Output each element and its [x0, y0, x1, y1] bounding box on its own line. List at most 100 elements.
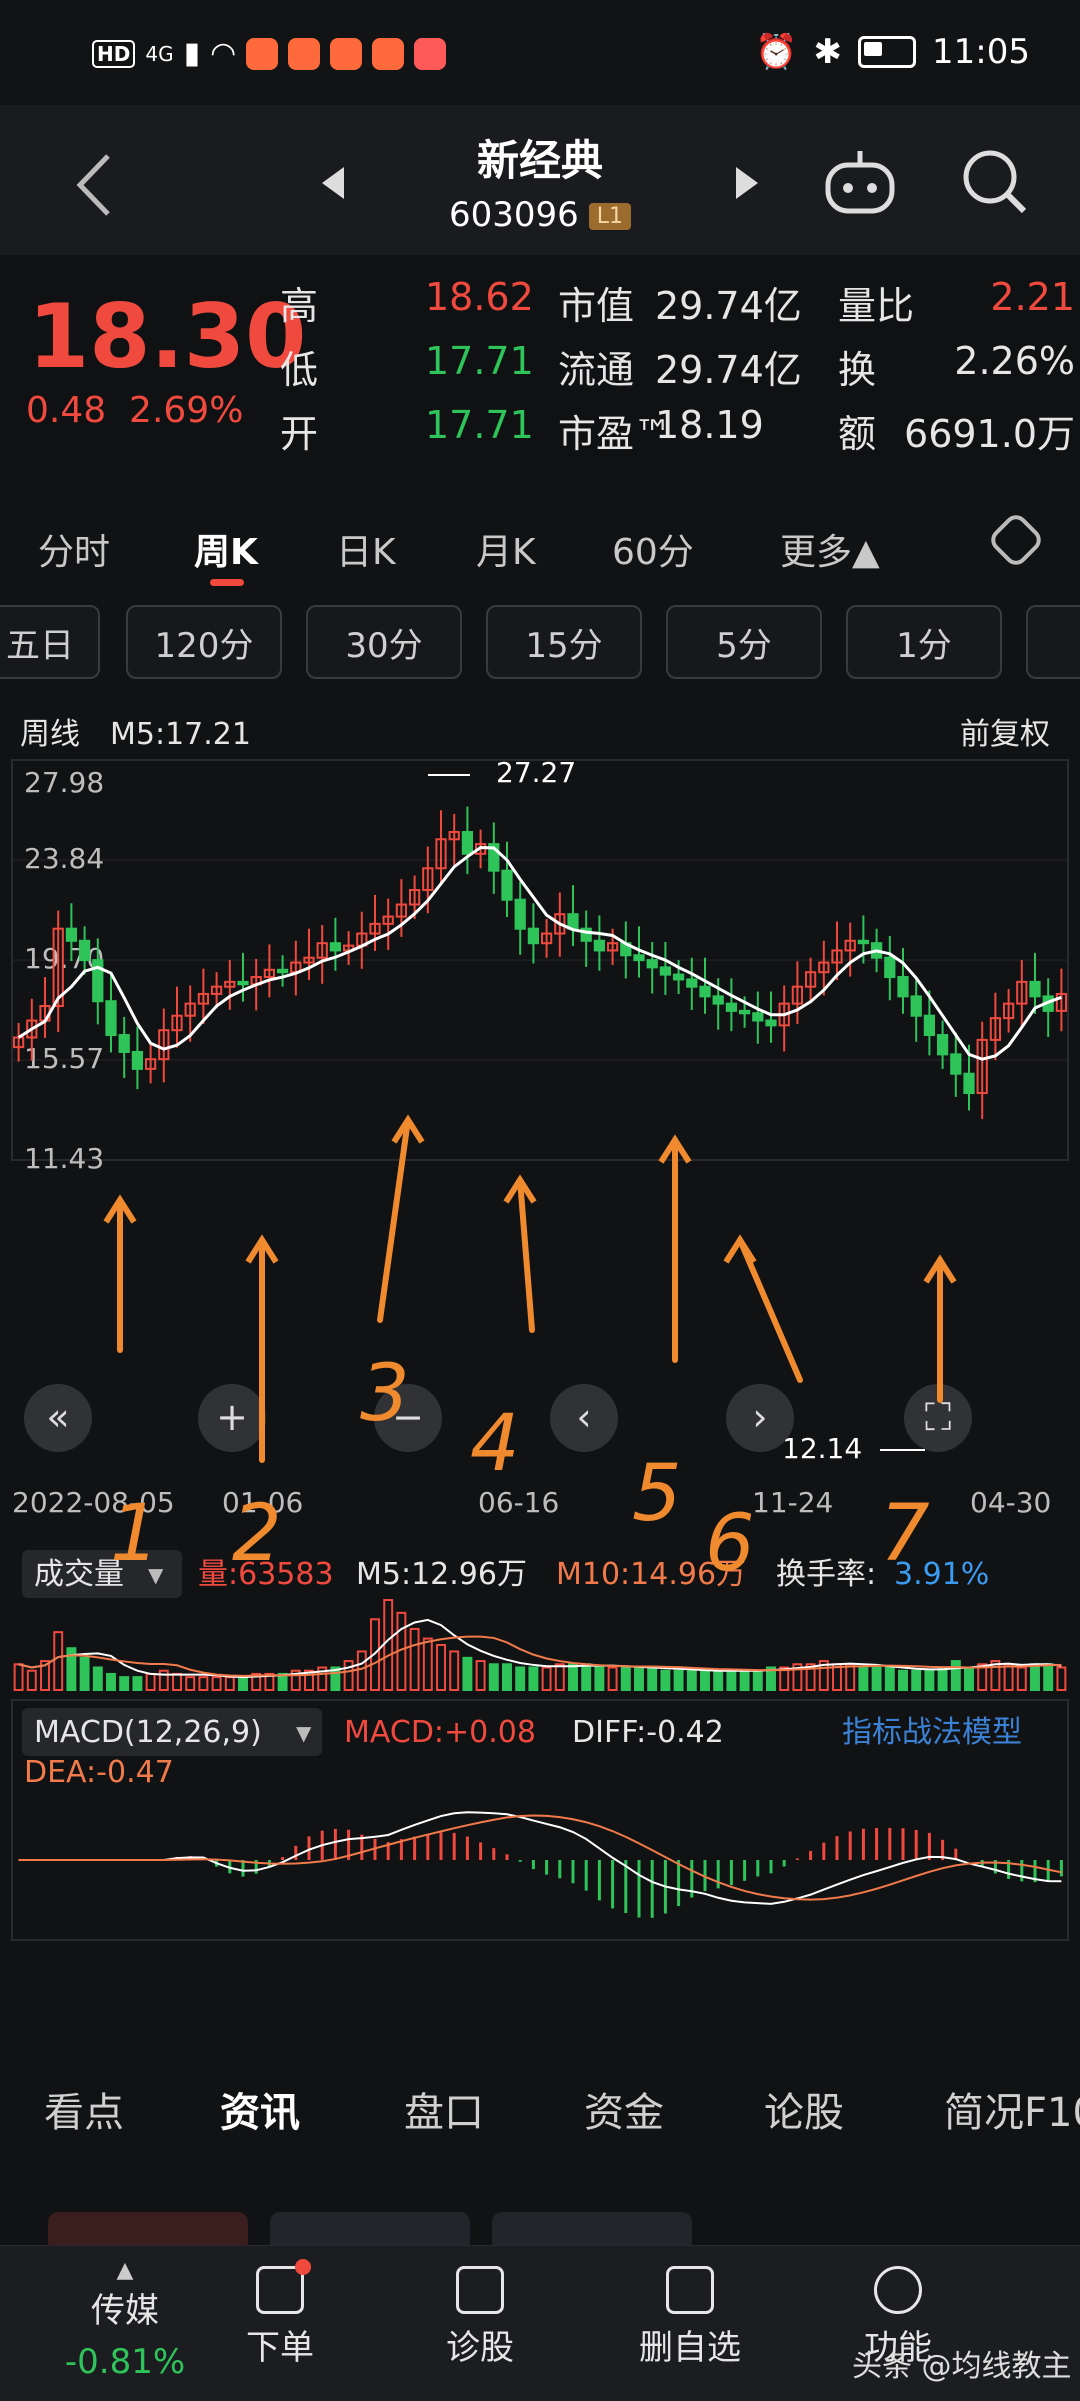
candle-body [712, 995, 724, 1005]
order-icon [256, 2259, 311, 2314]
tab-minute-more[interactable] [1026, 605, 1080, 679]
app-notification-icon [288, 37, 321, 70]
annotation-arrow [737, 1237, 803, 1383]
indicator-model-link[interactable]: 指标战法模型 [842, 1715, 1022, 1750]
tab-period[interactable]: 60分 [612, 523, 694, 575]
volume-bar [26, 1669, 37, 1692]
volume-bar [172, 1672, 182, 1692]
dea-value: DEA:-0.47 [24, 1755, 174, 1790]
candle-body [514, 898, 526, 930]
tab-minute[interactable]: 30分 [306, 605, 462, 679]
volume-bar [884, 1666, 895, 1691]
volume-bar [1030, 1663, 1040, 1691]
annotation-arrowhead [723, 1234, 757, 1264]
next-stock-icon[interactable] [732, 163, 762, 203]
zoom-reset-icon: « [46, 1395, 69, 1439]
change-percent: 2.69% [129, 390, 244, 431]
quote-l1: 开 [280, 412, 319, 456]
candle-body [963, 1072, 975, 1095]
tab-minute[interactable]: 1分 [846, 605, 1002, 679]
price-tick: 27.98 [24, 766, 104, 799]
candle-body [646, 959, 658, 969]
robot-assistant-icon[interactable] [822, 145, 898, 221]
sector-button[interactable]: ▲ 传媒 -0.81% [45, 2258, 205, 2382]
volume-bar [713, 1669, 724, 1692]
turnover-label: 换手率: [776, 1557, 876, 1592]
volume-bar [1056, 1666, 1067, 1691]
volume-bar [871, 1666, 882, 1691]
volume-bar [502, 1663, 512, 1691]
tab-period[interactable]: 月K [476, 523, 536, 575]
annotation-number: 3 [360, 1349, 410, 1439]
tab-minute[interactable]: 5分 [666, 605, 822, 679]
quote-v3: 2.26% [954, 339, 1075, 383]
volume-bar [858, 1666, 869, 1691]
volume-bar [620, 1666, 631, 1691]
candle-body [686, 978, 698, 988]
app-notification-icon [246, 37, 279, 70]
candle-body [118, 1034, 130, 1053]
price-tick: 11.43 [24, 1142, 104, 1175]
volume-ma5-line [18, 1618, 1062, 1679]
candle-body [276, 968, 289, 974]
candle-body [329, 942, 342, 952]
dock-diagnose-button[interactable]: 诊股 [400, 2266, 560, 2369]
price-change: 0.48 2.69% [26, 390, 243, 431]
volume-bar [79, 1656, 90, 1691]
volume-bar [924, 1669, 935, 1692]
volume-bar [488, 1663, 499, 1691]
tab-info[interactable]: 论股 [764, 2080, 844, 2138]
tab-info[interactable]: 简况F10 [944, 2080, 1080, 2138]
annotation-number: 6 [705, 1499, 755, 1589]
bluetooth-icon: ✱ [813, 32, 843, 72]
candle-body [857, 939, 870, 945]
tab-info[interactable]: 盘口 [404, 2080, 484, 2138]
tab-minute[interactable]: 15分 [486, 605, 642, 679]
tab-period[interactable]: 更多▲ [780, 523, 880, 575]
tab-period[interactable]: 日K [336, 523, 396, 575]
volume-bar [224, 1676, 235, 1692]
kline-chart[interactable]: 周线 M5:17.21 前复权27.9823.8419.7015.5711.4327… [0, 700, 1080, 2050]
volume-bar [568, 1663, 578, 1691]
change-value: 0.48 [26, 390, 107, 431]
volume-bar [343, 1660, 354, 1691]
volume-bar [752, 1669, 763, 1692]
annotation-number: 2 [232, 1489, 282, 1579]
app-notification-icon [414, 37, 447, 70]
settings-hex-icon[interactable] [986, 510, 1046, 570]
volume-bar [937, 1666, 948, 1691]
tab-minute[interactable]: 五日 [0, 605, 100, 679]
volume-bar [964, 1666, 974, 1691]
candle-body [725, 1002, 738, 1012]
date-tick: 04-30 [970, 1486, 1051, 1519]
tab-period[interactable]: 分时 [38, 523, 110, 575]
volume-bar [1016, 1666, 1027, 1691]
quote-l2: 市值 [558, 284, 635, 328]
chart-period-label: 周线 [20, 717, 80, 752]
tab-period[interactable]: 周K [194, 523, 258, 575]
search-icon[interactable] [960, 147, 1030, 217]
candle-body [65, 927, 78, 942]
quote-v2: 29.74亿 [655, 348, 802, 392]
adjust-mode[interactable]: 前复权 [960, 717, 1050, 752]
annotation-number: 7 [880, 1489, 930, 1579]
candle-body [738, 1009, 751, 1015]
candle-body [884, 956, 896, 979]
candle-body [593, 939, 606, 952]
volume-bar [634, 1666, 644, 1691]
volume-bar [554, 1663, 565, 1691]
tab-info[interactable]: 看点 [44, 2080, 124, 2138]
date-tick: 06-16 [478, 1486, 559, 1519]
volume-bar [185, 1676, 196, 1692]
volume-bar [581, 1663, 592, 1691]
tab-info[interactable]: 资讯 [220, 2080, 300, 2138]
quote-l3: 额 [838, 412, 877, 456]
volume-bar [686, 1669, 697, 1692]
volume-bar [53, 1631, 64, 1692]
tab-info[interactable]: 资金 [584, 2080, 664, 2138]
dock-order-button[interactable]: 下单 [200, 2259, 360, 2369]
volume-bar [726, 1669, 737, 1692]
tab-minute[interactable]: 120分 [126, 605, 282, 679]
dock-remove-watchlist-button[interactable]: 删自选 [610, 2266, 770, 2369]
status-left: HD 4G ▮ ◠ [92, 36, 447, 71]
